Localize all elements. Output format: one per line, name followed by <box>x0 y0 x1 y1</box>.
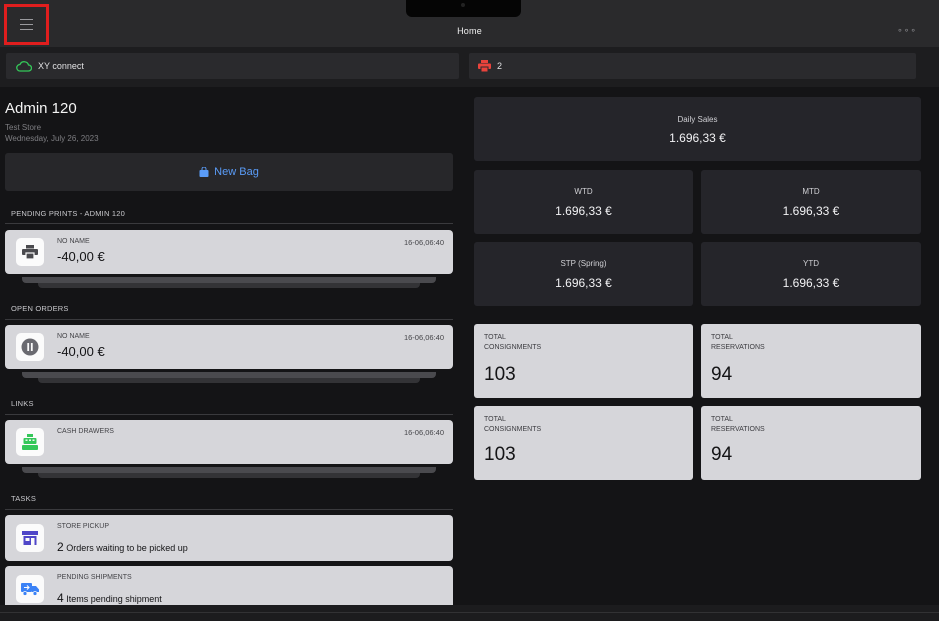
card-stack-shadow <box>38 473 420 478</box>
bottom-strip <box>0 605 939 621</box>
tile-value: 94 <box>711 444 733 465</box>
printer-icon <box>478 60 491 72</box>
ytd-card[interactable]: YTD 1.696,33 € <box>701 242 921 306</box>
top-bar: Home ∘∘∘ <box>0 0 939 47</box>
task-text: 4 Items pending shipment <box>57 591 162 605</box>
divider <box>0 612 939 613</box>
user-name: Admin 120 <box>5 100 77 117</box>
shipping-truck-icon <box>16 575 44 603</box>
mtd-card[interactable]: MTD 1.696,33 € <box>701 170 921 234</box>
card-stack-shadow <box>38 378 420 383</box>
page-title: Home <box>457 26 482 36</box>
total-consignments-tile[interactable]: TOTAL CONSIGNMENTS 103 <box>474 406 693 480</box>
more-options-icon[interactable]: ∘∘∘ <box>897 25 917 36</box>
stp-value: 1.696,33 € <box>555 276 612 290</box>
timestamp: 16-06,06:40 <box>403 238 444 247</box>
section-pending-prints: PENDING PRINTS - ADMIN 120 <box>11 209 125 218</box>
card-stack-shadow <box>22 467 436 473</box>
total-reservations-tile[interactable]: TOTAL RESERVATIONS 94 <box>701 406 921 480</box>
divider <box>5 223 453 224</box>
task-text: 2 Orders waiting to be picked up <box>57 540 188 554</box>
tile-label: TOTAL <box>484 416 506 423</box>
wtd-card[interactable]: WTD 1.696,33 € <box>474 170 693 234</box>
connection-status-bar[interactable]: XY connect <box>6 53 459 79</box>
customer-name: NO NAME <box>57 333 90 340</box>
card-stack-shadow <box>22 277 436 283</box>
current-date: Wednesday, July 26, 2023 <box>5 134 99 143</box>
task-description: Orders waiting to be picked up <box>66 543 188 553</box>
printer-icon <box>16 238 44 266</box>
store-icon <box>16 524 44 552</box>
cloud-icon <box>16 60 32 72</box>
tile-value: 94 <box>711 364 733 385</box>
tile-label: TOTAL <box>484 334 506 341</box>
task-store-pickup[interactable]: STORE PICKUP 2 Orders waiting to be pick… <box>5 515 453 561</box>
tile-label: RESERVATIONS <box>711 344 765 351</box>
cash-drawers-card[interactable]: CASH DRAWERS 16-06,06:40 <box>5 420 453 464</box>
task-count: 4 <box>57 591 64 605</box>
new-bag-label: New Bag <box>214 166 259 178</box>
section-tasks: TASKS <box>11 494 37 503</box>
left-panel: Admin 120 Test Store Wednesday, July 26,… <box>0 87 460 605</box>
pause-icon <box>16 333 44 361</box>
camera-dot <box>461 3 465 7</box>
ytd-label: YTD <box>803 259 819 268</box>
tile-label: RESERVATIONS <box>711 426 765 433</box>
task-pending-shipments[interactable]: PENDING SHIPMENTS 4 Items pending shipme… <box>5 566 453 605</box>
tile-label: TOTAL <box>711 334 733 341</box>
amount: -40,00 € <box>57 344 105 359</box>
divider <box>5 319 453 320</box>
tile-value: 103 <box>484 364 516 385</box>
divider <box>5 509 453 510</box>
daily-sales-value: 1.696,33 € <box>669 131 726 145</box>
daily-sales-card[interactable]: Daily Sales 1.696,33 € <box>474 97 921 161</box>
ytd-value: 1.696,33 € <box>782 276 840 290</box>
tile-label: CONSIGNMENTS <box>484 426 542 433</box>
section-links: LINKS <box>11 399 34 408</box>
timestamp: 16-06,06:40 <box>403 428 444 437</box>
card-stack-shadow <box>22 372 436 378</box>
card-stack-shadow <box>38 283 420 288</box>
wtd-label: WTD <box>574 187 593 196</box>
task-title: STORE PICKUP <box>57 523 109 530</box>
amount: -40,00 € <box>57 249 105 264</box>
total-consignments-tile[interactable]: TOTAL CONSIGNMENTS 103 <box>474 324 693 398</box>
tile-label: TOTAL <box>711 416 733 423</box>
stp-label: STP (Spring) <box>560 259 607 268</box>
stp-card[interactable]: STP (Spring) 1.696,33 € <box>474 242 693 306</box>
task-description: Items pending shipment <box>66 594 162 604</box>
status-row: XY connect 2 <box>0 47 939 87</box>
mtd-label: MTD <box>802 187 820 196</box>
task-title: PENDING SHIPMENTS <box>57 574 132 581</box>
task-count: 2 <box>57 540 64 554</box>
customer-name: NO NAME <box>57 238 90 245</box>
camera-notch <box>406 0 521 17</box>
tile-label: CONSIGNMENTS <box>484 344 542 351</box>
pending-print-card[interactable]: NO NAME -40,00 € 16-06,06:40 <box>5 230 453 274</box>
tile-value: 103 <box>484 444 516 465</box>
timestamp: 16-06,06:40 <box>403 333 444 342</box>
new-bag-button[interactable]: New Bag <box>5 153 453 191</box>
daily-sales-label: Daily Sales <box>677 115 718 124</box>
section-open-orders: OPEN ORDERS <box>11 304 69 313</box>
link-name: CASH DRAWERS <box>57 428 114 435</box>
store-name: Test Store <box>5 123 42 132</box>
connection-label: XY connect <box>38 61 84 71</box>
divider <box>5 414 453 415</box>
shopping-bag-icon <box>199 167 209 177</box>
open-order-card[interactable]: NO NAME -40,00 € 16-06,06:40 <box>5 325 453 369</box>
mtd-value: 1.696,33 € <box>782 204 840 218</box>
menu-button[interactable] <box>4 4 49 45</box>
cash-register-icon <box>16 428 44 456</box>
wtd-value: 1.696,33 € <box>555 204 612 218</box>
printer-status-bar[interactable]: 2 <box>469 53 916 79</box>
printer-count: 2 <box>497 61 503 71</box>
total-reservations-tile[interactable]: TOTAL RESERVATIONS 94 <box>701 324 921 398</box>
